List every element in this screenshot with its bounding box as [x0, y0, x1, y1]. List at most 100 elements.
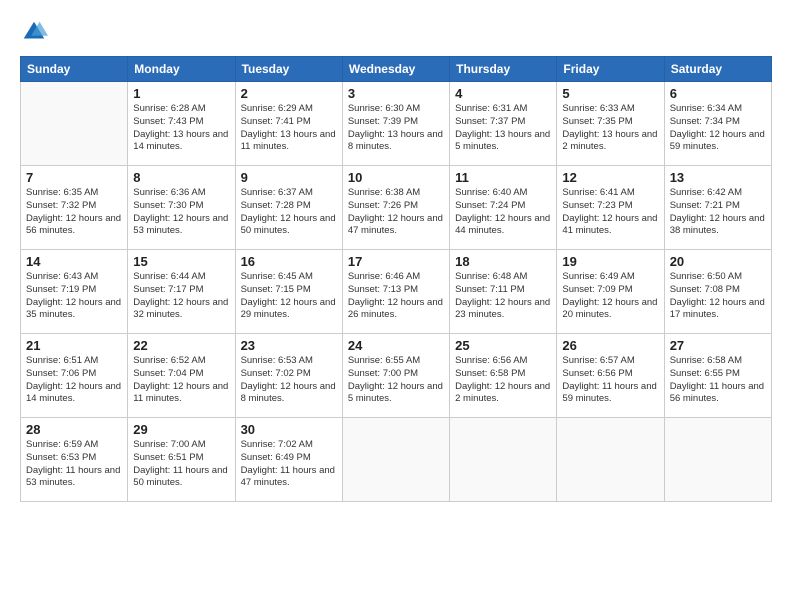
day-info: Sunrise: 6:45 AM Sunset: 7:15 PM Dayligh…: [241, 271, 337, 322]
day-info: Sunrise: 6:56 AM Sunset: 6:58 PM Dayligh…: [455, 355, 551, 406]
day-number: 29: [133, 422, 229, 437]
day-info: Sunrise: 6:37 AM Sunset: 7:28 PM Dayligh…: [241, 187, 337, 238]
day-number: 5: [562, 86, 658, 101]
day-number: 28: [26, 422, 122, 437]
calendar-cell: [21, 82, 128, 166]
day-number: 25: [455, 338, 551, 353]
day-info: Sunrise: 6:48 AM Sunset: 7:11 PM Dayligh…: [455, 271, 551, 322]
day-number: 10: [348, 170, 444, 185]
day-number: 7: [26, 170, 122, 185]
day-number: 6: [670, 86, 766, 101]
day-info: Sunrise: 6:36 AM Sunset: 7:30 PM Dayligh…: [133, 187, 229, 238]
calendar-cell: 3Sunrise: 6:30 AM Sunset: 7:39 PM Daylig…: [342, 82, 449, 166]
day-number: 4: [455, 86, 551, 101]
calendar-cell: [342, 418, 449, 502]
day-number: 9: [241, 170, 337, 185]
day-info: Sunrise: 6:34 AM Sunset: 7:34 PM Dayligh…: [670, 103, 766, 154]
day-info: Sunrise: 6:35 AM Sunset: 7:32 PM Dayligh…: [26, 187, 122, 238]
day-number: 8: [133, 170, 229, 185]
day-number: 11: [455, 170, 551, 185]
day-info: Sunrise: 6:57 AM Sunset: 6:56 PM Dayligh…: [562, 355, 658, 406]
calendar-cell: 9 Sunrise: 6:37 AM Sunset: 7:28 PM Daylig…: [235, 166, 342, 250]
calendar-week-row: 7 Sunrise: 6:35 AM Sunset: 7:32 PM Daylig…: [21, 166, 772, 250]
page-header: [20, 18, 772, 46]
calendar-cell: [557, 418, 664, 502]
calendar-cell: 19 Sunrise: 6:49 AM Sunset: 7:09 PM Dayli…: [557, 250, 664, 334]
day-number: 3: [348, 86, 444, 101]
day-number: 1: [133, 86, 229, 101]
day-number: 23: [241, 338, 337, 353]
day-number: 15: [133, 254, 229, 269]
calendar-cell: 23 Sunrise: 6:53 AM Sunset: 7:02 PM Dayli…: [235, 334, 342, 418]
day-number: 27: [670, 338, 766, 353]
weekday-header: Sunday: [21, 57, 128, 82]
calendar-cell: 27Sunrise: 6:58 AM Sunset: 6:55 PM Dayli…: [664, 334, 771, 418]
calendar-cell: 12Sunrise: 6:41 AM Sunset: 7:23 PM Dayli…: [557, 166, 664, 250]
calendar-cell: 21 Sunrise: 6:51 AM Sunset: 7:06 PM Dayli…: [21, 334, 128, 418]
weekday-header: Friday: [557, 57, 664, 82]
calendar-cell: 28 Sunrise: 6:59 AM Sunset: 6:53 PM Dayli…: [21, 418, 128, 502]
day-number: 21: [26, 338, 122, 353]
day-info: Sunrise: 6:40 AM Sunset: 7:24 PM Dayligh…: [455, 187, 551, 238]
day-info: Sunrise: 6:38 AM Sunset: 7:26 PM Dayligh…: [348, 187, 444, 238]
day-info: Sunrise: 6:49 AM Sunset: 7:09 PM Dayligh…: [562, 271, 658, 322]
logo: [20, 18, 52, 46]
day-number: 20: [670, 254, 766, 269]
day-info: Sunrise: 6:55 AM Sunset: 7:00 PM Dayligh…: [348, 355, 444, 406]
day-number: 18: [455, 254, 551, 269]
day-info: Sunrise: 7:00 AM Sunset: 6:51 PM Dayligh…: [133, 439, 229, 490]
calendar-cell: 24 Sunrise: 6:55 AM Sunset: 7:00 PM Dayli…: [342, 334, 449, 418]
calendar-cell: 2 Sunrise: 6:29 AM Sunset: 7:41 PM Daylig…: [235, 82, 342, 166]
day-info: Sunrise: 6:33 AM Sunset: 7:35 PM Dayligh…: [562, 103, 658, 154]
calendar-week-row: 28 Sunrise: 6:59 AM Sunset: 6:53 PM Dayli…: [21, 418, 772, 502]
day-number: 19: [562, 254, 658, 269]
calendar-cell: [664, 418, 771, 502]
weekday-header: Tuesday: [235, 57, 342, 82]
day-info: Sunrise: 6:31 AM Sunset: 7:37 PM Dayligh…: [455, 103, 551, 154]
calendar-cell: 10 Sunrise: 6:38 AM Sunset: 7:26 PM Dayli…: [342, 166, 449, 250]
day-info: Sunrise: 6:29 AM Sunset: 7:41 PM Dayligh…: [241, 103, 337, 154]
calendar-week-row: 1 Sunrise: 6:28 AM Sunset: 7:43 PM Daylig…: [21, 82, 772, 166]
calendar-cell: 4 Sunrise: 6:31 AM Sunset: 7:37 PM Daylig…: [450, 82, 557, 166]
day-info: Sunrise: 6:51 AM Sunset: 7:06 PM Dayligh…: [26, 355, 122, 406]
weekday-header: Monday: [128, 57, 235, 82]
day-number: 17: [348, 254, 444, 269]
calendar-header-row: SundayMondayTuesdayWednesdayThursdayFrid…: [21, 57, 772, 82]
calendar-cell: 26Sunrise: 6:57 AM Sunset: 6:56 PM Dayli…: [557, 334, 664, 418]
day-number: 22: [133, 338, 229, 353]
calendar-cell: 7 Sunrise: 6:35 AM Sunset: 7:32 PM Daylig…: [21, 166, 128, 250]
calendar-cell: 1 Sunrise: 6:28 AM Sunset: 7:43 PM Daylig…: [128, 82, 235, 166]
calendar-cell: 5 Sunrise: 6:33 AM Sunset: 7:35 PM Daylig…: [557, 82, 664, 166]
calendar-cell: 8 Sunrise: 6:36 AM Sunset: 7:30 PM Daylig…: [128, 166, 235, 250]
calendar-cell: 16 Sunrise: 6:45 AM Sunset: 7:15 PM Dayli…: [235, 250, 342, 334]
day-info: Sunrise: 6:53 AM Sunset: 7:02 PM Dayligh…: [241, 355, 337, 406]
day-number: 24: [348, 338, 444, 353]
day-number: 16: [241, 254, 337, 269]
day-info: Sunrise: 6:59 AM Sunset: 6:53 PM Dayligh…: [26, 439, 122, 490]
day-info: Sunrise: 6:28 AM Sunset: 7:43 PM Dayligh…: [133, 103, 229, 154]
day-info: Sunrise: 6:42 AM Sunset: 7:21 PM Dayligh…: [670, 187, 766, 238]
calendar-cell: 30Sunrise: 7:02 AM Sunset: 6:49 PM Dayli…: [235, 418, 342, 502]
calendar-cell: 17Sunrise: 6:46 AM Sunset: 7:13 PM Dayli…: [342, 250, 449, 334]
day-info: Sunrise: 7:02 AM Sunset: 6:49 PM Dayligh…: [241, 439, 337, 490]
calendar: SundayMondayTuesdayWednesdayThursdayFrid…: [20, 56, 772, 502]
calendar-cell: 20 Sunrise: 6:50 AM Sunset: 7:08 PM Dayli…: [664, 250, 771, 334]
calendar-week-row: 14 Sunrise: 6:43 AM Sunset: 7:19 PM Dayli…: [21, 250, 772, 334]
day-info: Sunrise: 6:50 AM Sunset: 7:08 PM Dayligh…: [670, 271, 766, 322]
day-info: Sunrise: 6:52 AM Sunset: 7:04 PM Dayligh…: [133, 355, 229, 406]
calendar-cell: 22 Sunrise: 6:52 AM Sunset: 7:04 PM Dayli…: [128, 334, 235, 418]
day-number: 14: [26, 254, 122, 269]
day-info: Sunrise: 6:44 AM Sunset: 7:17 PM Dayligh…: [133, 271, 229, 322]
day-info: Sunrise: 6:41 AM Sunset: 7:23 PM Dayligh…: [562, 187, 658, 238]
day-info: Sunrise: 6:43 AM Sunset: 7:19 PM Dayligh…: [26, 271, 122, 322]
weekday-header: Wednesday: [342, 57, 449, 82]
calendar-cell: 15 Sunrise: 6:44 AM Sunset: 7:17 PM Dayli…: [128, 250, 235, 334]
calendar-cell: 29 Sunrise: 7:00 AM Sunset: 6:51 PM Dayli…: [128, 418, 235, 502]
calendar-cell: 18 Sunrise: 6:48 AM Sunset: 7:11 PM Dayli…: [450, 250, 557, 334]
calendar-cell: 11 Sunrise: 6:40 AM Sunset: 7:24 PM Dayli…: [450, 166, 557, 250]
weekday-header: Thursday: [450, 57, 557, 82]
calendar-week-row: 21 Sunrise: 6:51 AM Sunset: 7:06 PM Dayli…: [21, 334, 772, 418]
day-number: 13: [670, 170, 766, 185]
day-number: 2: [241, 86, 337, 101]
calendar-cell: [450, 418, 557, 502]
